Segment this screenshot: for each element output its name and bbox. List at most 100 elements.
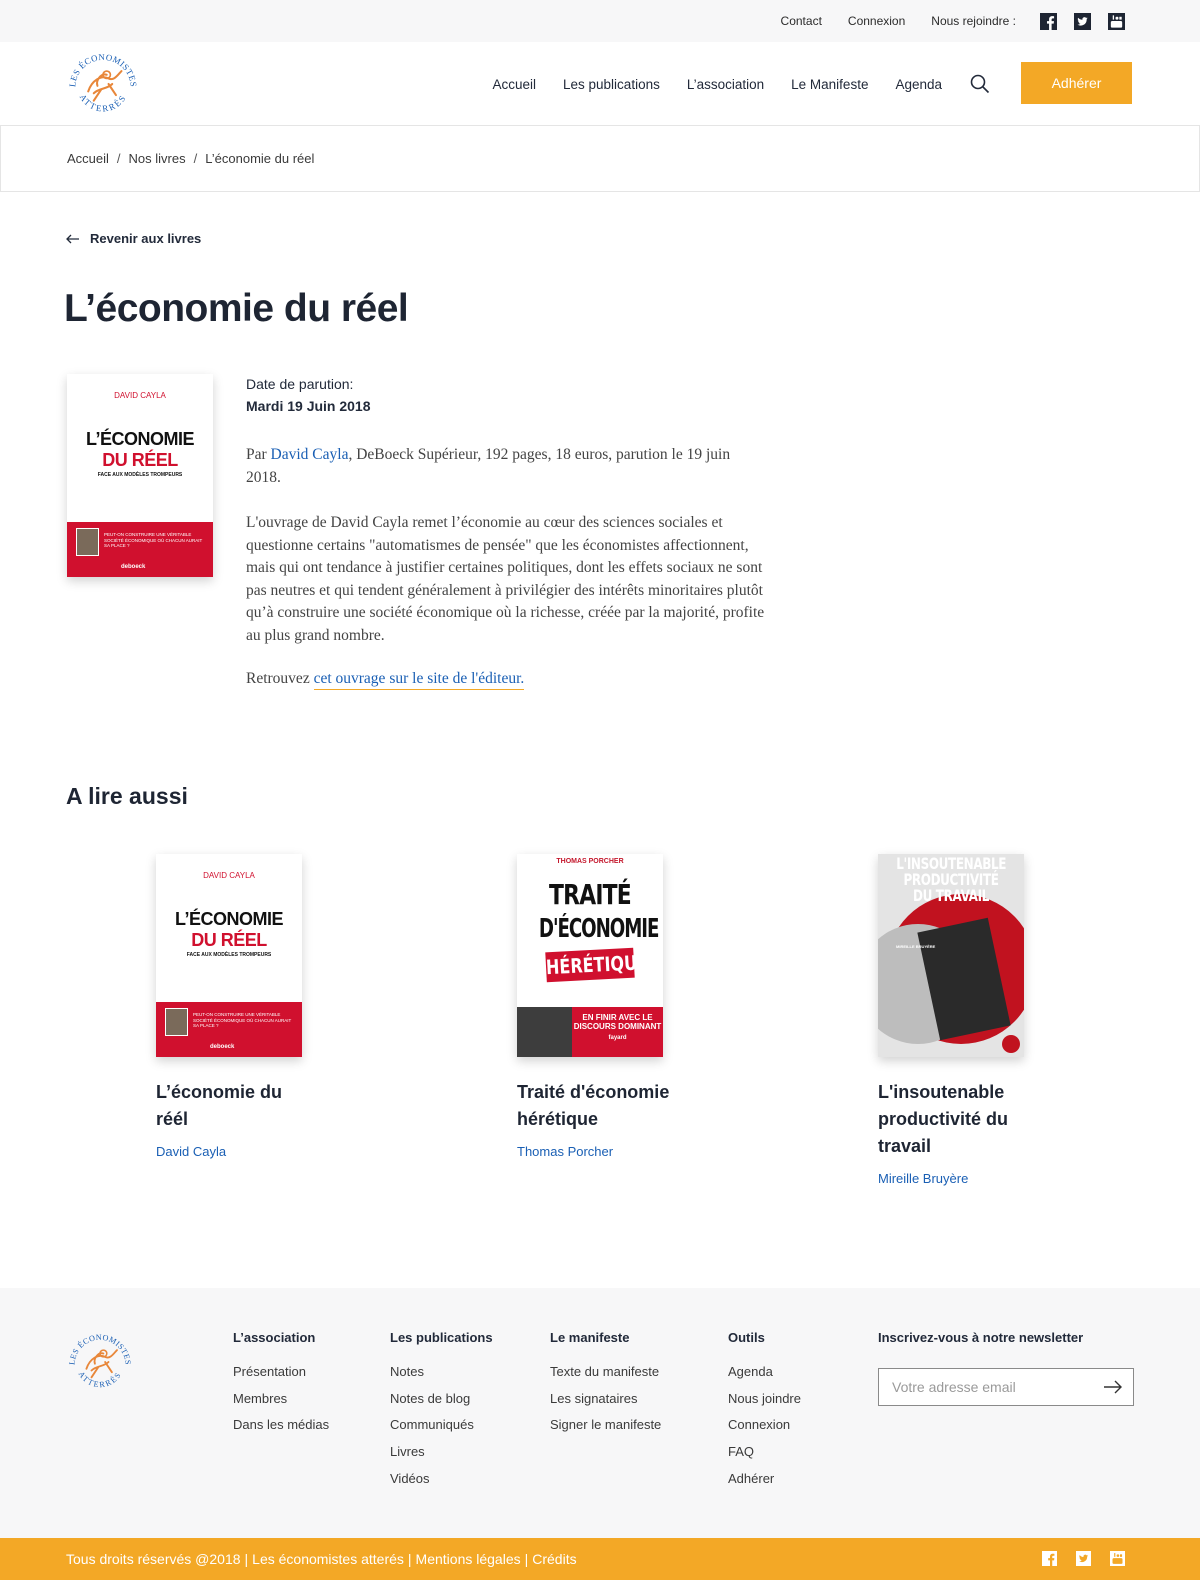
site-footer: LES ÉCONOMISTES ATTERRÉS L’association P… bbox=[0, 1288, 1200, 1538]
nav-home[interactable]: Accueil bbox=[492, 77, 536, 92]
site-name: Les économistes atterés bbox=[252, 1551, 404, 1567]
bottom-separator: | bbox=[524, 1551, 529, 1567]
cover-publisher-stamp bbox=[1002, 1035, 1020, 1053]
related-book-title[interactable]: L'insoutenable productivité du travail bbox=[878, 1079, 1038, 1160]
footer-link[interactable]: Texte du manifeste bbox=[550, 1364, 661, 1391]
cover-subtitle: FACE AUX MODÈLES TROMPEURS bbox=[97, 472, 183, 478]
site-logo[interactable]: LES ÉCONOMISTES ATTERRÉS bbox=[66, 47, 140, 121]
twitter-icon[interactable] bbox=[1074, 12, 1091, 30]
nav-agenda[interactable]: Agenda bbox=[895, 77, 942, 92]
related-book-author[interactable]: Mireille Bruyère bbox=[878, 1171, 1078, 1186]
cover-image[interactable]: L'INSOUTENABLE PRODUCTIVITÉ DU TRAVAIL M… bbox=[878, 854, 1024, 1057]
breadcrumb-books[interactable]: Nos livres bbox=[129, 151, 186, 166]
credits-link[interactable]: Crédits bbox=[532, 1551, 576, 1567]
nav-publications[interactable]: Les publications bbox=[563, 77, 660, 92]
footer-column-association: L’association Présentation Membres Dans … bbox=[233, 1330, 329, 1444]
breadcrumb-current: L’économie du réel bbox=[205, 151, 315, 166]
facebook-icon[interactable] bbox=[1040, 12, 1057, 30]
related-book-title[interactable]: L’économie du réél bbox=[156, 1079, 316, 1133]
cover-subtitle: FACE AUX MODÈLES TROMPEURS bbox=[186, 952, 272, 958]
bottom-separator: | bbox=[244, 1551, 249, 1567]
footer-link[interactable]: Vidéos bbox=[390, 1471, 493, 1498]
svg-text:ATTERRÉS: ATTERRÉS bbox=[78, 92, 129, 113]
footer-link[interactable]: Livres bbox=[390, 1444, 493, 1471]
author-link[interactable]: David Cayla bbox=[271, 446, 349, 463]
newsletter-form bbox=[878, 1368, 1134, 1406]
footer-link[interactable]: Connexion bbox=[728, 1417, 801, 1444]
related-book-author[interactable]: David Cayla bbox=[156, 1144, 356, 1159]
footer-heading: Le manifeste bbox=[550, 1330, 630, 1345]
nav-association[interactable]: L’association bbox=[687, 77, 764, 92]
footer-link[interactable]: Adhérer bbox=[728, 1471, 801, 1498]
footer-link[interactable]: Présentation bbox=[233, 1364, 329, 1391]
site-header: LES ÉCONOMISTES ATTERRÉS Accueil Les pub… bbox=[0, 42, 1200, 126]
contact-link[interactable]: Contact bbox=[781, 14, 822, 28]
copyright: Tous droits réservés @2018 bbox=[66, 1551, 241, 1567]
newsletter-submit-button[interactable] bbox=[1093, 1369, 1133, 1405]
related-book-author[interactable]: Thomas Porcher bbox=[517, 1144, 717, 1159]
footer-link[interactable]: Dans les médias bbox=[233, 1417, 329, 1444]
top-bar: Contact Connexion Nous rejoindre : bbox=[0, 0, 1200, 42]
footer-heading: Outils bbox=[728, 1330, 765, 1345]
legal-link[interactable]: Mentions légales bbox=[416, 1551, 521, 1567]
nav-manifesto[interactable]: Le Manifeste bbox=[791, 77, 868, 92]
arrow-right-icon bbox=[1104, 1380, 1122, 1394]
footer-link[interactable]: Notes de blog bbox=[390, 1391, 493, 1418]
footer-link[interactable]: Agenda bbox=[728, 1364, 801, 1391]
svg-text:LES ÉCONOMISTES: LES ÉCONOMISTES bbox=[67, 1333, 132, 1366]
facebook-icon[interactable] bbox=[1042, 1551, 1057, 1566]
related-book-card[interactable]: L'INSOUTENABLE PRODUCTIVITÉ DU TRAVAIL M… bbox=[878, 854, 1078, 1186]
related-heading: A lire aussi bbox=[66, 783, 188, 809]
cover-title-line1: L’ÉCONOMIE bbox=[85, 429, 195, 449]
publisher-link[interactable]: cet ouvrage sur le site de l'éditeur. bbox=[313, 670, 525, 690]
breadcrumb-home[interactable]: Accueil bbox=[67, 151, 109, 166]
back-to-books-link[interactable]: Revenir aux livres bbox=[66, 231, 201, 246]
publication-date: Date de parution: Mardi 19 Juin 2018 bbox=[246, 373, 371, 417]
join-button[interactable]: Adhérer bbox=[1021, 62, 1132, 104]
breadcrumb: Accueil / Nos livres / L’économie du rée… bbox=[0, 126, 1200, 192]
cover-image[interactable]: DAVID CAYLA L’ÉCONOMIE DU RÉEL FACE AUX … bbox=[156, 854, 302, 1057]
cover-band-text: EN FINIR AVEC LE DISCOURS DOMINANT bbox=[573, 1013, 662, 1031]
author-photo bbox=[76, 528, 99, 556]
cover-title-line1: L’ÉCONOMIE bbox=[174, 909, 284, 929]
footer-heading: Les publications bbox=[390, 1330, 493, 1345]
newsletter-email-input[interactable] bbox=[879, 1379, 1093, 1395]
youtube-icon[interactable] bbox=[1110, 1551, 1125, 1566]
footer-link[interactable]: Nous joindre bbox=[728, 1391, 801, 1418]
breadcrumb-separator: / bbox=[193, 151, 198, 166]
book-description: L'ouvrage de David Cayla remet l’économi… bbox=[246, 514, 765, 644]
cover-publisher: deboeck bbox=[121, 564, 146, 570]
footer-link[interactable]: Signer le manifeste bbox=[550, 1417, 661, 1444]
cover-title-line2: DU RÉEL bbox=[102, 450, 178, 470]
cover-publisher: deboeck bbox=[210, 1044, 235, 1050]
breadcrumb-separator: / bbox=[116, 151, 121, 166]
cover-image[interactable]: THOMAS PORCHER TRAITÉ D'ÉCONOMIE HÉRÉTIQ… bbox=[517, 854, 663, 1057]
bottom-separator: | bbox=[407, 1551, 412, 1567]
cover-author: DAVID CAYLA bbox=[114, 391, 166, 400]
author-photo bbox=[517, 1007, 572, 1057]
search-icon[interactable] bbox=[970, 74, 990, 94]
footer-link[interactable]: Notes bbox=[390, 1364, 493, 1391]
cover-title: L'INSOUTENABLE PRODUCTIVITÉ DU TRAVAIL bbox=[896, 854, 1007, 905]
join-label: Nous rejoindre : bbox=[931, 14, 1016, 28]
cover-band: PEUT-ON CONSTRUIRE UNE VÉRITABLE SOCIÉTÉ… bbox=[156, 1002, 302, 1057]
youtube-icon[interactable] bbox=[1108, 12, 1125, 30]
author-photo bbox=[165, 1008, 188, 1036]
related-book-card[interactable]: DAVID CAYLA L’ÉCONOMIE DU RÉEL FACE AUX … bbox=[156, 854, 356, 1159]
svg-text:LES ÉCONOMISTES: LES ÉCONOMISTES bbox=[67, 52, 139, 88]
twitter-icon[interactable] bbox=[1076, 1551, 1091, 1566]
arrow-left-icon bbox=[66, 234, 79, 243]
social-links bbox=[1040, 12, 1125, 30]
date-value: Mardi 19 Juin 2018 bbox=[246, 398, 371, 414]
related-book-card[interactable]: THOMAS PORCHER TRAITÉ D'ÉCONOMIE HÉRÉTIQ… bbox=[517, 854, 717, 1159]
footer-link[interactable]: Membres bbox=[233, 1391, 329, 1418]
svg-text:ATTERRÉS: ATTERRÉS bbox=[77, 1370, 124, 1390]
login-link[interactable]: Connexion bbox=[848, 14, 905, 28]
footer-link[interactable]: Communiqués bbox=[390, 1417, 493, 1444]
related-book-title[interactable]: Traité d'économie hérétique bbox=[517, 1079, 677, 1133]
footer-logo[interactable]: LES ÉCONOMISTES ATTERRÉS bbox=[66, 1328, 134, 1396]
cover-band-text: PEUT-ON CONSTRUIRE UNE VÉRITABLE SOCIÉTÉ… bbox=[193, 1012, 292, 1029]
footer-link[interactable]: Les signataires bbox=[550, 1391, 661, 1418]
footer-column-manifesto: Le manifeste Texte du manifeste Les sign… bbox=[550, 1330, 661, 1444]
footer-link[interactable]: FAQ bbox=[728, 1444, 801, 1471]
